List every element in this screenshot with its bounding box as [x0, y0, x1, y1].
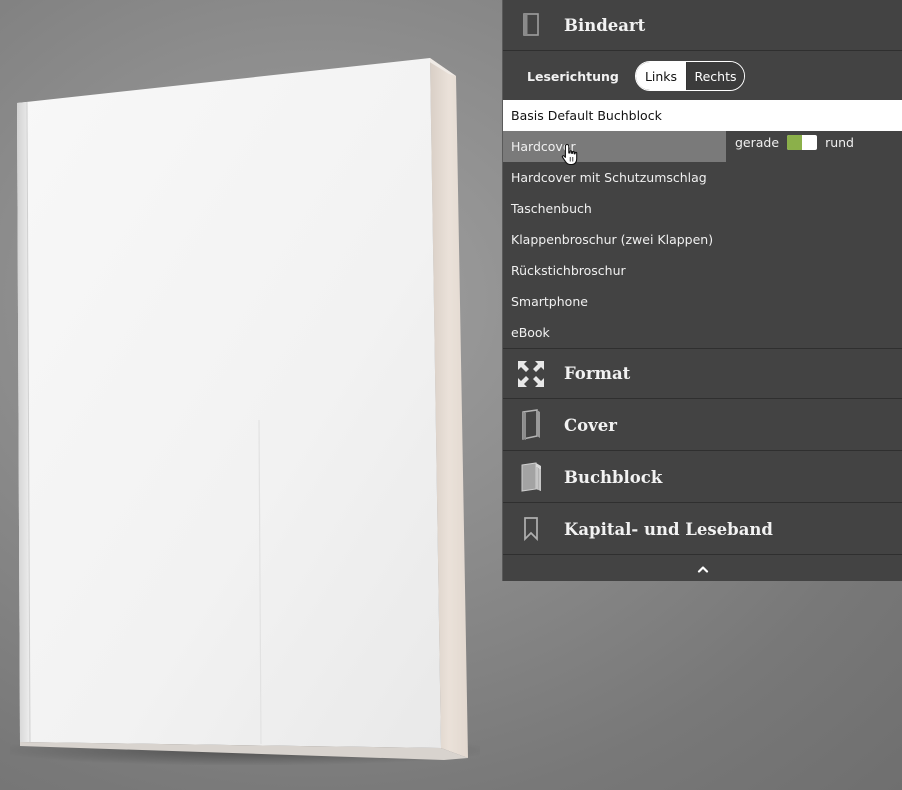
spine-straight-label: gerade [735, 135, 780, 150]
section-label-format: Format [564, 364, 631, 383]
reading-direction-left-option[interactable]: Links [636, 62, 687, 90]
bookmark-icon [516, 514, 546, 544]
binding-option-ebook[interactable]: eBook [503, 317, 902, 348]
section-label-ribbon: Kapital- und Leseband [564, 519, 773, 539]
section-header-bookblock[interactable]: Buchblock [503, 452, 902, 503]
expand-arrows-icon [516, 359, 546, 389]
book-block-icon [516, 462, 546, 492]
spine-switch-fill [787, 135, 803, 150]
hand-cursor-icon [561, 143, 578, 166]
reading-direction-label: Leserichtung [527, 68, 619, 84]
reading-direction-row: Leserichtung Links Rechts [503, 52, 902, 100]
book-closed-icon [516, 10, 546, 40]
reading-direction-toggle: Links Rechts [635, 61, 745, 91]
spine-shape-switch[interactable] [787, 135, 818, 150]
config-panel: Bindeart Leserichtung Links Rechts Basis… [502, 0, 902, 581]
binding-option-smartphone[interactable]: Smartphone [503, 286, 902, 317]
binding-option-hardcover[interactable]: Hardcover [503, 131, 726, 162]
binding-option-basis[interactable]: Basis Default Buchblock [503, 100, 902, 131]
binding-option-paperback[interactable]: Taschenbuch [503, 193, 902, 224]
section-header-format[interactable]: Format [503, 348, 902, 399]
section-header-binding[interactable]: Bindeart [503, 0, 902, 51]
section-header-cover[interactable]: Cover [503, 400, 902, 451]
section-label-binding: Bindeart [564, 15, 646, 35]
spine-round-label: rund [825, 135, 854, 150]
book-3d-render [17, 58, 468, 760]
spine-shape-toggle: gerade rund [735, 134, 854, 151]
section-header-ribbon[interactable]: Kapital- und Leseband [503, 504, 902, 555]
section-label-cover: Cover [564, 415, 617, 435]
reading-direction-right-option[interactable]: Rechts [687, 62, 744, 90]
book-preview [0, 0, 500, 790]
binding-option-saddle-stitch[interactable]: Rückstichbroschur [503, 255, 902, 286]
chevron-up-icon [697, 565, 709, 573]
binding-option-flap-brochure[interactable]: Klappenbroschur (zwei Klappen) [503, 224, 902, 255]
book-cover-icon [516, 409, 546, 440]
book-front-cover [17, 58, 441, 748]
collapse-panel-button[interactable] [503, 556, 902, 581]
section-label-bookblock: Buchblock [564, 467, 663, 487]
